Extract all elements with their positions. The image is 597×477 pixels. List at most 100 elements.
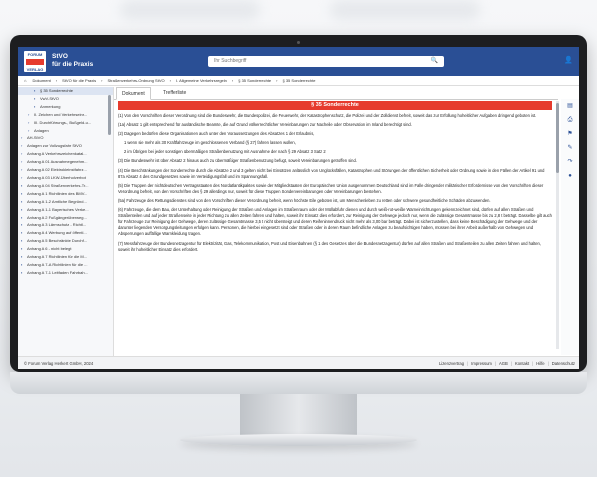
scrollbar-thumb[interactable] [556, 103, 559, 173]
sidebar-item[interactable]: ▪ Anhang A 2 Fußgängerüberweg... [18, 214, 113, 222]
sidebar-item[interactable]: › Anhang A Verkehrszeichenkatal... [18, 150, 113, 158]
sidebar-item[interactable]: › Anhang A 01 Ausnahmegenehm... [18, 158, 113, 166]
footer-link[interactable]: Datenschutz [552, 361, 575, 366]
share-icon[interactable]: ↷ [561, 155, 579, 169]
forum-logo[interactable]: FORUM VERLAG [24, 51, 46, 72]
sidebar-item[interactable]: › Anhang A 03 LKW-Überholverbot [18, 174, 113, 182]
document-icon: ▪ [21, 182, 23, 188]
footer-link[interactable]: AGB [499, 361, 508, 366]
monitor: FORUM VERLAG StVO für die Praxis Ihr Such… [10, 35, 587, 372]
document-icon: ▪ [21, 269, 23, 275]
paragraph: (4) Die Beschränkungen der Sonderrechte … [118, 167, 545, 179]
search-input[interactable]: Ihr Suchbegriff 🔍 [208, 56, 444, 67]
home-icon[interactable]: ⌂ [24, 78, 26, 83]
document-icon[interactable]: ▤ [561, 99, 579, 113]
sidebar-tree: ▪ § 35 Sonderrechte ▪ VwV-StVO ▪ Anmerkung › II… [18, 87, 114, 356]
chevron-right-icon: › [21, 159, 23, 165]
document-icon: ▪ [34, 95, 36, 101]
sidebar-item[interactable]: ▪ Anhang A 1 Richtlinien des BMV... [18, 190, 113, 198]
search-icon[interactable]: 🔍 [431, 56, 438, 67]
sidebar-item[interactable]: › Anlagen zur Vollzugsfahr StVO [18, 142, 113, 150]
app-title: StVO für die Praxis [52, 53, 93, 69]
sidebar-item[interactable]: ▪ VwV-StVO [18, 95, 113, 103]
sidebar-item[interactable]: ▪ Anhang A 4 Werbung auf öffentl... [18, 229, 113, 237]
sidebar-item[interactable]: ▪ Anhang A 3 Lärmschutz - Richtl... [18, 221, 113, 229]
background-blur [120, 0, 260, 20]
tab-bar: Dokument Trefferliste [114, 87, 558, 100]
document-scrollbar[interactable] [556, 101, 559, 349]
footer-link[interactable]: Impressum [471, 361, 492, 366]
document-icon: ▪ [21, 214, 23, 220]
notes-icon[interactable]: ✎ [561, 141, 579, 155]
sidebar-item[interactable]: ▪ Anhang A 1-2 Amtliche Begründ... [18, 198, 113, 206]
footer-separator: | [510, 361, 512, 366]
footer-link[interactable]: Hilfe [536, 361, 544, 366]
breadcrumb-item[interactable]: § 35 Sonderrechte [238, 78, 271, 83]
sidebar-item-label: Anhang A 2 Fußgängerüberweg... [27, 214, 87, 220]
breadcrumb-item[interactable]: StVO für die Praxis [62, 78, 96, 83]
chat-icon[interactable]: ● [561, 169, 579, 183]
sidebar-item-label: Anhang A 1-2 Amtliche Begründ... [27, 198, 87, 204]
sidebar-item[interactable]: ▪ Anhang A 5 Beschränkte Durchf... [18, 237, 113, 245]
sidebar-item[interactable]: › Anhang A 02 Elektrokleinstfahrz... [18, 166, 113, 174]
paragraph: (7) Messfahrzeuge der Bundesnetzagentur … [118, 240, 541, 252]
paragraph: 2 im Übrigen bei jeder sonstigen übermäß… [124, 149, 326, 155]
sidebar-item[interactable]: ▪ Anhang A 04 Straßenverkehrs-Tr... [18, 182, 113, 190]
sidebar-item-label: Anhang A 4 Werbung auf öffentl... [27, 230, 87, 236]
sidebar-item[interactable]: ▪ Anhang A 7 Richtlinien für die M... [18, 253, 113, 261]
chevron-right-icon: › [21, 167, 23, 173]
sidebar-item-label: VwV-StVO [40, 95, 59, 101]
main-content: Dokument Trefferliste § 35 Sonderrechte … [114, 87, 558, 356]
sidebar-item[interactable]: ▪ § 35 Sonderrechte [18, 87, 113, 95]
sidebar-item[interactable]: › III. Durchführungs-, Bußgeld-u... [18, 119, 113, 127]
sidebar-item-label: Anhang A 7-1 Leitfaden Fahrbah... [27, 269, 88, 275]
paragraph: (2) Dagegen bedürfen diese Organisatione… [118, 131, 315, 137]
monitor-base [180, 434, 417, 446]
sidebar-item-label: III. Durchführungs-, Bußgeld-u... [34, 119, 92, 125]
sidebar-item[interactable]: ▪ Anhang A 7-A Richtlinien für die ... [18, 261, 113, 269]
paragraph: (1) Von den Vorschriften dieser Verordnu… [118, 113, 537, 118]
document-icon: ▪ [21, 206, 23, 212]
sidebar-item-label: Anhang A 7 Richtlinien für die M... [27, 254, 88, 260]
tab-trefferliste[interactable]: Trefferliste [158, 87, 191, 99]
paragraph: (3) Die Bundeswehr ist über Absatz 2 hin… [118, 158, 357, 164]
sidebar-item[interactable]: ▪ Anhang A 1-1 Bayerisches Verke... [18, 206, 113, 214]
sidebar-item[interactable]: ▪ Anmerkung [18, 103, 113, 111]
chevron-right-icon: › [28, 119, 30, 125]
footer-link[interactable]: Kontakt [515, 361, 529, 366]
document-icon: ▪ [21, 261, 23, 267]
sidebar-item-label: Anmerkung [40, 103, 61, 109]
footer-link[interactable]: Lizenzvertrag [439, 361, 464, 366]
sidebar-item[interactable]: › AH-StVO [18, 134, 113, 142]
breadcrumb-separator: › [231, 78, 234, 83]
sidebar-item[interactable]: ▪ Anhang A 6 - nicht belegt [18, 245, 113, 253]
chevron-right-icon: › [21, 143, 23, 149]
monitor-stand [240, 394, 357, 436]
breadcrumb-separator: › [276, 78, 278, 83]
document-icon: ▪ [34, 88, 36, 93]
section-heading: § 35 Sonderrechte [118, 101, 552, 110]
breadcrumb-item[interactable]: Straßenverkehrs-Ordnung StVO [107, 78, 164, 83]
chevron-right-icon: › [21, 151, 23, 157]
sidebar-item[interactable]: ▪ Anhang A 7-1 Leitfaden Fahrbah... [18, 269, 113, 277]
breadcrumb-item[interactable]: I. Allgemeine Verkehrsregeln [176, 78, 227, 83]
sidebar-scrollbar[interactable] [108, 95, 111, 135]
sidebar-item-label: Anlagen zur Vollzugsfahr StVO [27, 143, 82, 149]
breadcrumb-item[interactable]: § 35 Sonderrechte [283, 78, 316, 83]
sidebar-item[interactable]: › Anlagen [18, 127, 113, 135]
user-icon[interactable]: 👤 [564, 56, 573, 64]
tab-dokument[interactable]: Dokument [116, 87, 151, 100]
sidebar-item[interactable]: › II. Zeichen und Verkehrseinr... [18, 111, 113, 119]
screen: FORUM VERLAG StVO für die Praxis Ihr Such… [18, 47, 579, 369]
bookmark-icon[interactable]: ⚑ [561, 127, 579, 141]
print-icon[interactable]: ⎙ [561, 113, 579, 127]
footer-separator: | [532, 361, 534, 366]
breadcrumb-item[interactable]: Dokument [33, 78, 51, 83]
sidebar-item-label: Anhang A 04 Straßenverkehrs-Tr... [27, 182, 89, 188]
footer-separator: | [467, 361, 469, 366]
sidebar-item-label: Anhang A 1-1 Bayerisches Verke... [27, 206, 89, 212]
search-placeholder: Ihr Suchbegriff [214, 58, 247, 64]
sidebar-item-label: Anhang A 3 Lärmschutz - Richtl... [27, 222, 87, 228]
document-icon: ▪ [34, 103, 36, 109]
sidebar-item-label: Anhang A Verkehrszeichenkatal... [27, 151, 87, 157]
